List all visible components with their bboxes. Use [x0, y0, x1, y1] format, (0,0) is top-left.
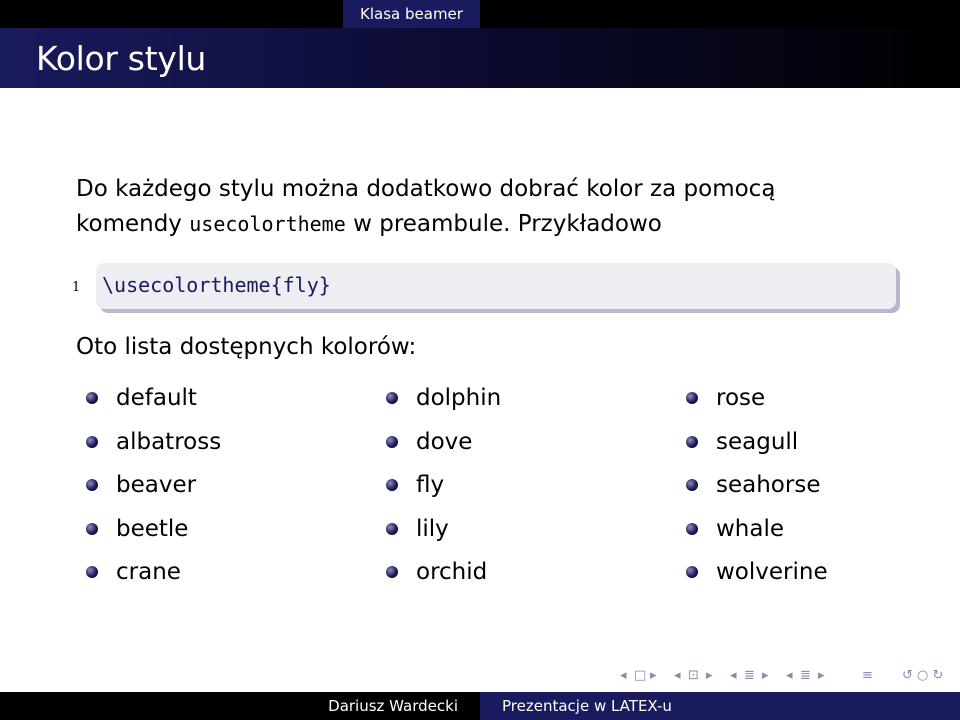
search-back-forward-icon[interactable]: ↺ ○ ↻: [902, 668, 943, 683]
code-line-number: 1: [72, 280, 81, 295]
section-prev-icon[interactable]: ◂: [730, 668, 737, 683]
list-item-label: seagull: [716, 428, 799, 455]
list-item-label: fly: [416, 472, 445, 499]
bullet-icon: [686, 435, 698, 448]
bullet-icon: [86, 522, 98, 535]
list-item-label: default: [116, 385, 197, 411]
paragraph-text: komendy: [76, 211, 190, 237]
footer-bar: Dariusz Wardecki Prezentacje w LATEX-u: [0, 692, 960, 720]
list-item: seahorse: [686, 467, 828, 511]
intro-paragraph: Do każdego stylu można dodatkowo dobrać …: [76, 172, 775, 242]
bullet-icon: [86, 392, 98, 404]
bullet-icon: [86, 479, 98, 492]
bullet-icon: [386, 566, 398, 579]
document-icon[interactable]: ≣: [800, 668, 811, 683]
inline-code: usecolortheme: [189, 212, 346, 236]
list-item: wolverine: [686, 554, 828, 598]
bullet-icon: [386, 435, 398, 448]
list-item: lily: [386, 511, 501, 555]
list-item: dove: [386, 424, 501, 468]
code-listing: \usecolortheme{fly}: [96, 263, 896, 309]
subsection-prev-icon[interactable]: ◂: [674, 668, 681, 683]
bullet-icon: [386, 522, 398, 535]
bullet-icon: [686, 392, 698, 404]
list-item-label: dove: [416, 428, 473, 455]
list-item-label: albatross: [116, 428, 222, 455]
list-item: rose: [686, 380, 828, 424]
frame-title-bar: Kolor stylu: [0, 28, 960, 88]
document-next-icon[interactable]: ▸: [818, 668, 825, 683]
bullet-icon: [386, 392, 398, 404]
list-item: seagull: [686, 424, 828, 468]
list-item-label: rose: [716, 385, 766, 411]
section-nav-item[interactable]: Klasa beamer: [343, 0, 480, 28]
paragraph-line-2: komendy usecolortheme w preambule. Przyk…: [76, 207, 775, 242]
list-item: crane: [86, 554, 221, 598]
code-line: \usecolortheme{fly}: [102, 273, 331, 297]
list-item: whale: [686, 511, 828, 555]
list-item-label: seahorse: [716, 472, 821, 499]
align-icon[interactable]: ≡: [862, 668, 873, 683]
subsection-icon[interactable]: ⊡: [688, 668, 699, 683]
list-item: beaver: [86, 467, 221, 511]
section-label[interactable]: Klasa beamer: [343, 0, 480, 28]
bullet-icon: [86, 435, 98, 448]
list-item: fly: [386, 467, 501, 511]
subsection-next-icon[interactable]: ▸: [706, 668, 713, 683]
section-next-icon[interactable]: ▸: [762, 668, 769, 683]
list-intro: Oto lista dostępnych kolorów:: [76, 334, 417, 360]
frame-title: Kolor stylu: [36, 39, 207, 78]
paragraph-line-1: Do każdego stylu można dodatkowo dobrać …: [76, 176, 776, 202]
headline-bar: Klasa beamer: [0, 0, 960, 28]
list-item: albatross: [86, 424, 221, 468]
bullet-icon: [686, 566, 698, 579]
frame-icon[interactable]: □: [634, 668, 646, 683]
footer-title-box: Prezentacje w LATEX-u: [480, 692, 960, 720]
footer-author: Dariusz Wardecki: [328, 697, 458, 715]
section-icon[interactable]: ≣: [744, 668, 755, 683]
list-item-label: dolphin: [416, 385, 502, 411]
color-theme-list-1: default albatross beaver beetle crane: [86, 380, 221, 598]
list-item-label: whale: [716, 515, 785, 542]
list-item-label: beetle: [116, 515, 189, 542]
paragraph-text: w preambule. Przykładowo: [345, 211, 662, 237]
list-item-label: beaver: [116, 472, 197, 499]
footer-title: Prezentacje w LATEX-u: [502, 697, 672, 715]
list-item: beetle: [86, 511, 221, 555]
bullet-icon: [686, 479, 698, 492]
list-item-label: crane: [116, 559, 181, 586]
list-item: default: [86, 380, 221, 424]
list-item: dolphin: [386, 380, 501, 424]
document-prev-icon[interactable]: ◂: [786, 668, 793, 683]
footer-author-box: Dariusz Wardecki: [0, 692, 480, 720]
bullet-icon: [386, 479, 398, 492]
bullet-icon: [686, 522, 698, 535]
frame-next-icon[interactable]: ▸: [650, 668, 657, 683]
list-item-label: lily: [416, 515, 449, 542]
color-theme-list-3: rose seagull seahorse whale wolverine: [686, 380, 828, 598]
list-item-label: wolverine: [716, 559, 828, 586]
list-item: orchid: [386, 554, 501, 598]
bullet-icon: [86, 566, 98, 579]
navigation-symbols: ◂ □ ▸ ◂ ⊡ ▸ ◂ ≣ ▸ ◂ ≣ ▸ ≡ ↺ ○ ↻: [620, 668, 960, 690]
list-item-label: orchid: [416, 559, 488, 586]
color-theme-list-2: dolphin dove fly lily orchid: [386, 380, 501, 598]
frame-prev-icon[interactable]: ◂: [620, 668, 627, 683]
